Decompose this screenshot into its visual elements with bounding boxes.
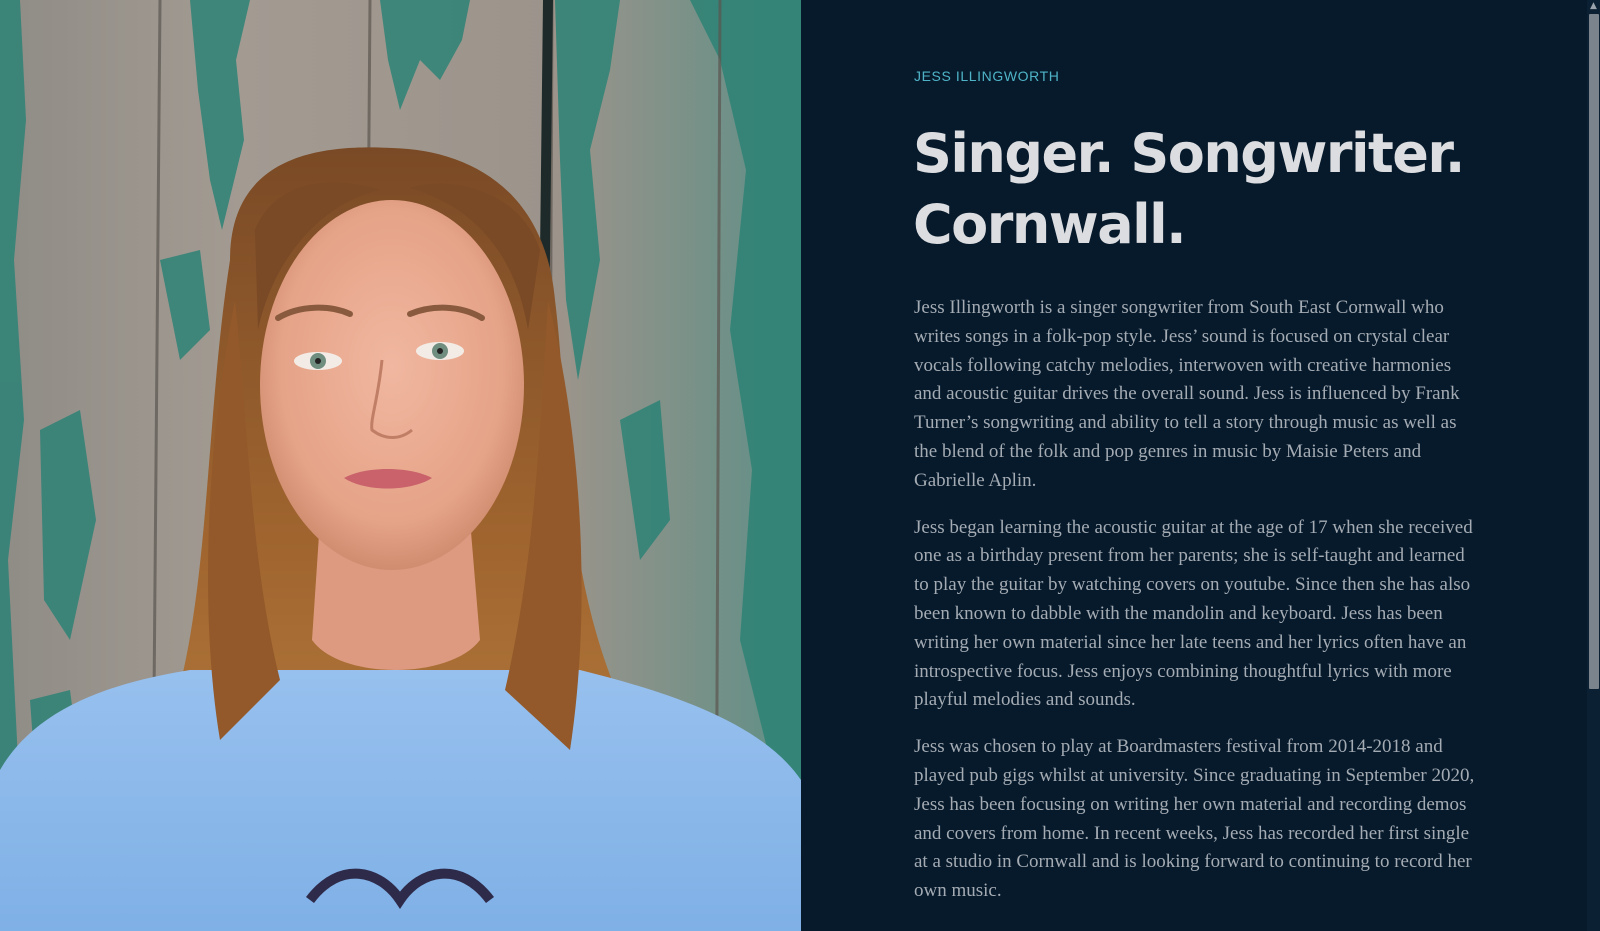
vertical-scrollbar[interactable]: ▲ [1587,0,1600,931]
chevron-up-icon[interactable]: ▲ [1587,0,1600,13]
page-headline: Singer. Songwriter. Cornwall. [913,118,1533,260]
bio-paragraph: Jess was chosen to play at Boardmasters … [914,736,1475,902]
bio-paragraph: Jess began learning the acoustic guitar … [914,516,1473,711]
bio-paragraph: Jess Illingworth is a singer songwriter … [914,297,1460,491]
scrollbar-thumb[interactable] [1589,14,1599,689]
headline-line-2: Cornwall. [913,193,1187,256]
portrait-illustration [0,0,801,931]
bio-text: Jess Illingworth is a singer songwriter … [914,294,1479,924]
headline-line-1: Singer. Songwriter. [913,122,1465,185]
hero-portrait-image [0,0,801,931]
artist-name-eyebrow: JESS ILLINGWORTH [914,68,1060,84]
about-section: JESS ILLINGWORTH Singer. Songwriter. Cor… [801,0,1587,931]
